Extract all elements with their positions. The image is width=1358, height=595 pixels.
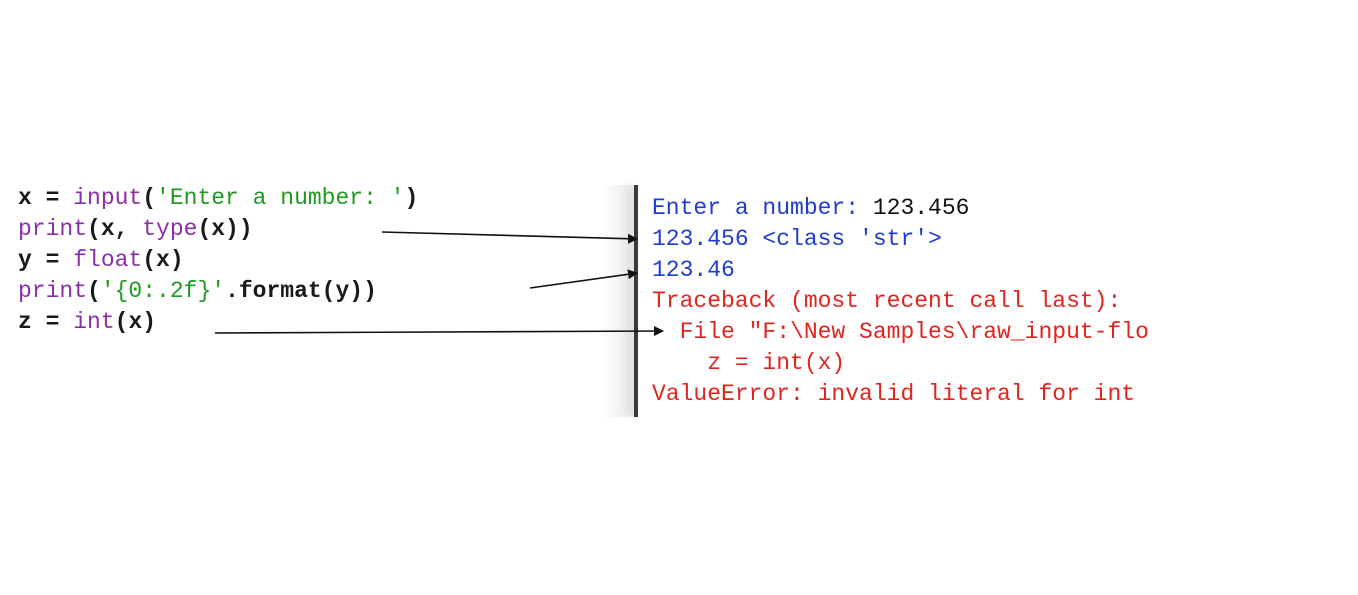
code-editor-pane: x = input('Enter a number: ') print(x, t… [18,183,618,343]
code-token: print [18,216,88,242]
console-prompt-line: Enter a number: 123.456 [652,193,969,224]
code-token: (x)) [197,216,253,242]
traceback-header: Traceback (most recent call last): [652,288,1122,314]
code-token: z = [18,309,74,335]
code-token: int [73,309,115,335]
code-token: (x) [142,247,184,273]
traceback-file-line: File "F:\New Samples\raw_input-flo [652,319,1149,345]
code-token: ( [87,278,101,304]
code-token: (x) [114,309,157,335]
code-line-5: z = int(x) [18,307,156,338]
console-output-line-2: 123.46 [652,257,735,283]
console-prompt: Enter a number: [652,195,873,221]
code-line-3: y = float(x) [18,245,184,276]
traceback-error-line: ValueError: invalid literal for int [652,381,1136,407]
code-token: x = [18,185,74,211]
code-token: ( [142,185,157,211]
code-token: type [142,216,198,242]
code-line-4: print('{0:.2f}'.format(y)) [18,276,377,307]
console-output-line-1: 123.456 <class 'str'> [652,226,942,252]
code-token: ) [404,185,419,211]
code-token: .format(y)) [225,278,377,304]
traceback-code-line: z = int(x) [652,350,846,376]
code-token: '{0:.2f}' [100,278,226,304]
code-token: 'Enter a number: ' [156,185,405,211]
console-output-pane: Enter a number: 123.456 123.456 <class '… [652,193,1350,417]
code-token: float [73,247,143,273]
code-token: y = [18,247,74,273]
code-token: input [73,185,143,211]
pane-shadow [600,185,634,417]
pane-divider [634,185,638,417]
console-user-input: 123.456 [872,195,970,221]
code-token: print [18,278,88,304]
code-token: (x, [87,216,143,242]
code-line-1: x = input('Enter a number: ') [18,183,418,214]
code-line-2: print(x, type(x)) [18,214,253,245]
